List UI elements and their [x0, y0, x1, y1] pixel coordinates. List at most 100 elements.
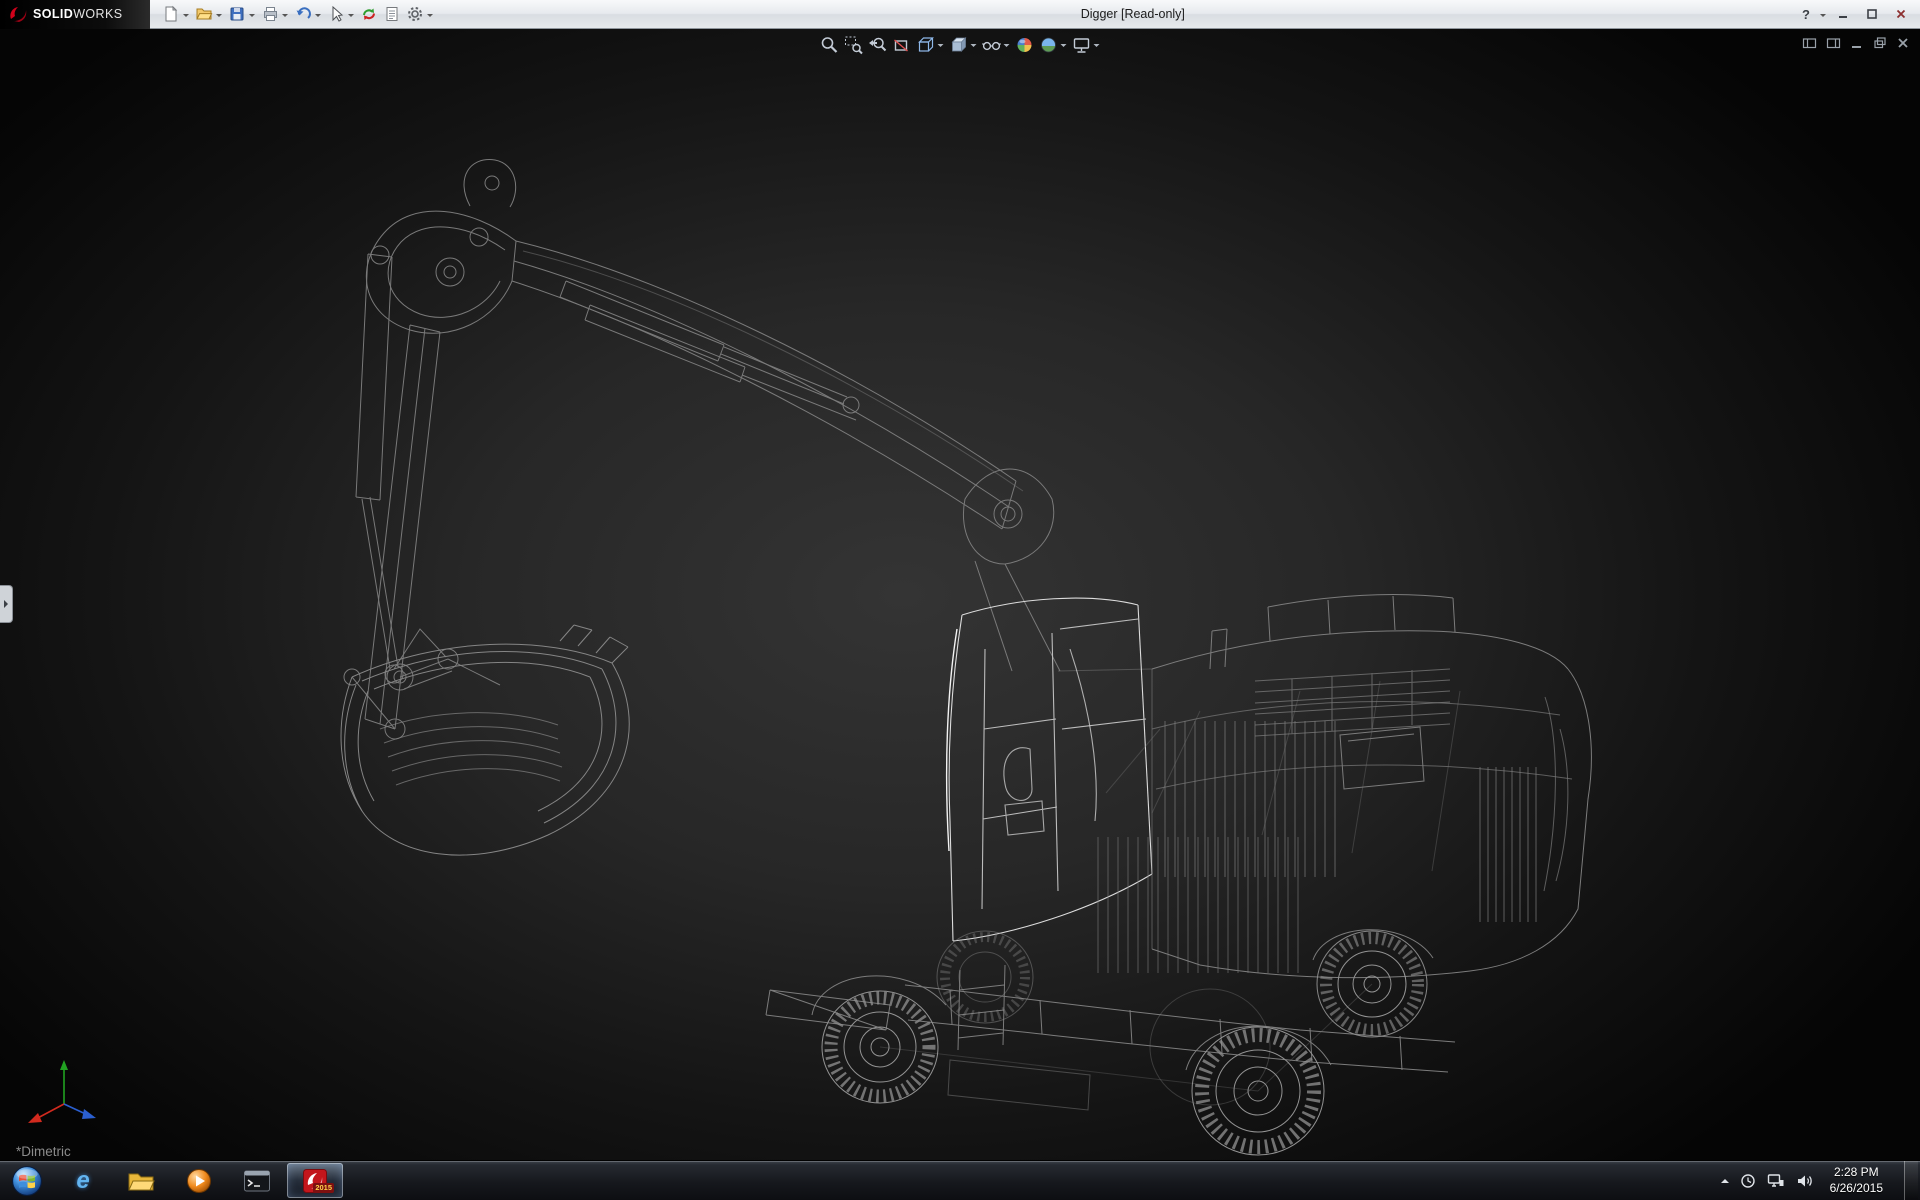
- featuremanager-flyout-tab[interactable]: [0, 585, 13, 623]
- hide-show-glasses-icon: [982, 35, 1002, 55]
- show-hidden-icons-button[interactable]: [1721, 1175, 1729, 1187]
- view-orientation-button[interactable]: [915, 33, 946, 57]
- view-orientation-label: *Dimetric: [16, 1144, 71, 1159]
- print-button[interactable]: [259, 2, 291, 26]
- taskbar-app-command-prompt[interactable]: [229, 1163, 285, 1198]
- menu-bar-toolbar: [160, 2, 436, 26]
- document-window-controls: [1802, 36, 1910, 50]
- show-display-pane-button[interactable]: [1826, 36, 1841, 50]
- minimize-document-button[interactable]: [1850, 36, 1864, 50]
- apply-scene-icon: [1039, 35, 1059, 55]
- command-prompt-icon: [243, 1169, 271, 1193]
- zoom-to-fit-button[interactable]: [819, 33, 841, 57]
- view-settings-icon: [1072, 35, 1092, 55]
- open-document-button[interactable]: [193, 2, 225, 26]
- tray-volume-button[interactable]: [1796, 1173, 1813, 1189]
- start-button[interactable]: [0, 1161, 54, 1200]
- display-style-dropdown[interactable]: [971, 44, 977, 50]
- close-document-button[interactable]: [1896, 36, 1910, 50]
- undo-dropdown[interactable]: [315, 14, 321, 20]
- open-folder-icon: [195, 5, 213, 23]
- title-bar[interactable]: SOLIDWORKS: [0, 0, 1920, 29]
- apply-scene-dropdown[interactable]: [1061, 44, 1067, 50]
- reference-triad[interactable]: [24, 1048, 104, 1128]
- bucket-group: [341, 625, 629, 855]
- taskbar-app-solidworks-2015[interactable]: 2015: [287, 1163, 343, 1198]
- solidworks-version-badge: 2015: [313, 1183, 334, 1193]
- taskbar: e: [0, 1160, 1920, 1200]
- file-properties-button[interactable]: [381, 2, 403, 26]
- open-document-dropdown[interactable]: [216, 14, 222, 20]
- minimize-button[interactable]: [1829, 5, 1856, 24]
- display-style-button[interactable]: [948, 33, 979, 57]
- tray-clock-sync-icon[interactable]: [1740, 1173, 1756, 1189]
- zoom-to-area-button[interactable]: [843, 33, 865, 57]
- view-settings-button[interactable]: [1071, 33, 1102, 57]
- zoom-to-fit-icon: [820, 35, 840, 55]
- show-hidden-icons-arrow-icon: [1721, 1175, 1729, 1183]
- help-dropdown[interactable]: [1820, 14, 1826, 20]
- restore-document-button[interactable]: [1873, 36, 1887, 50]
- options-button[interactable]: [404, 2, 436, 26]
- save-button[interactable]: [226, 2, 258, 26]
- options-gear-icon: [406, 5, 424, 23]
- minimize-icon: [1837, 8, 1849, 20]
- options-dropdown[interactable]: [427, 14, 433, 20]
- close-document-icon: [1896, 36, 1910, 50]
- show-desktop-button[interactable]: [1904, 1161, 1918, 1200]
- section-view-button[interactable]: [891, 33, 913, 57]
- digger-wireframe-model[interactable]: [0, 29, 1920, 1160]
- clock-icon: [1740, 1173, 1756, 1189]
- display-pane-icon: [1826, 36, 1841, 50]
- brand-works: WORKS: [73, 7, 122, 21]
- close-icon: [1895, 8, 1907, 20]
- brand-solid: SOLID: [33, 7, 73, 21]
- view-settings-dropdown[interactable]: [1094, 44, 1100, 50]
- save-icon: [228, 5, 246, 23]
- view-orientation-dropdown[interactable]: [938, 44, 944, 50]
- dassault-systemes-logo-icon: [8, 5, 28, 23]
- solidworks-logo: SOLIDWORKS: [0, 0, 150, 29]
- windows-explorer-folder-icon: [127, 1169, 155, 1193]
- taskbar-app-internet-explorer[interactable]: e: [55, 1163, 111, 1198]
- undo-button[interactable]: [292, 2, 324, 26]
- network-icon: [1767, 1173, 1785, 1189]
- hide-show-items-button[interactable]: [981, 33, 1012, 57]
- show-feature-pane-button[interactable]: [1802, 36, 1817, 50]
- boom-arm-group: [344, 160, 1152, 739]
- section-view-icon: [892, 35, 912, 55]
- body-deck-group: [1098, 595, 1591, 978]
- tray-network-button[interactable]: [1767, 1173, 1785, 1189]
- new-document-dropdown[interactable]: [183, 14, 189, 20]
- close-button[interactable]: [1887, 5, 1914, 24]
- print-dropdown[interactable]: [282, 14, 288, 20]
- chassis-group: [766, 930, 1455, 1110]
- select-button[interactable]: [325, 2, 357, 26]
- previous-view-button[interactable]: [867, 33, 889, 57]
- taskbar-app-windows-explorer[interactable]: [113, 1163, 169, 1198]
- hide-show-items-dropdown[interactable]: [1004, 44, 1010, 50]
- previous-view-icon: [868, 35, 888, 55]
- undo-icon: [294, 5, 312, 23]
- restore-document-icon: [1873, 36, 1887, 50]
- windows-start-orb-icon: [11, 1165, 43, 1197]
- new-document-button[interactable]: [160, 2, 192, 26]
- save-dropdown[interactable]: [249, 14, 255, 20]
- taskbar-app-media-player[interactable]: [171, 1163, 227, 1198]
- volume-icon: [1796, 1173, 1813, 1189]
- zoom-to-area-icon: [844, 35, 864, 55]
- view-orientation-cube-icon: [916, 35, 936, 55]
- select-arrow-icon: [327, 5, 345, 23]
- maximize-button[interactable]: [1858, 5, 1885, 24]
- help-button[interactable]: ?: [1797, 7, 1815, 22]
- select-dropdown[interactable]: [348, 14, 354, 20]
- brand-text: SOLIDWORKS: [33, 7, 122, 21]
- graphics-area[interactable]: *Dimetric: [0, 29, 1920, 1160]
- apply-scene-button[interactable]: [1038, 33, 1069, 57]
- rebuild-icon: [360, 5, 378, 23]
- taskbar-clock[interactable]: 2:28 PM 6/26/2015: [1824, 1165, 1889, 1196]
- rebuild-button[interactable]: [358, 2, 380, 26]
- edit-appearance-button[interactable]: [1014, 33, 1036, 57]
- window-controls: ?: [1797, 5, 1920, 24]
- clock-date: 6/26/2015: [1830, 1181, 1883, 1197]
